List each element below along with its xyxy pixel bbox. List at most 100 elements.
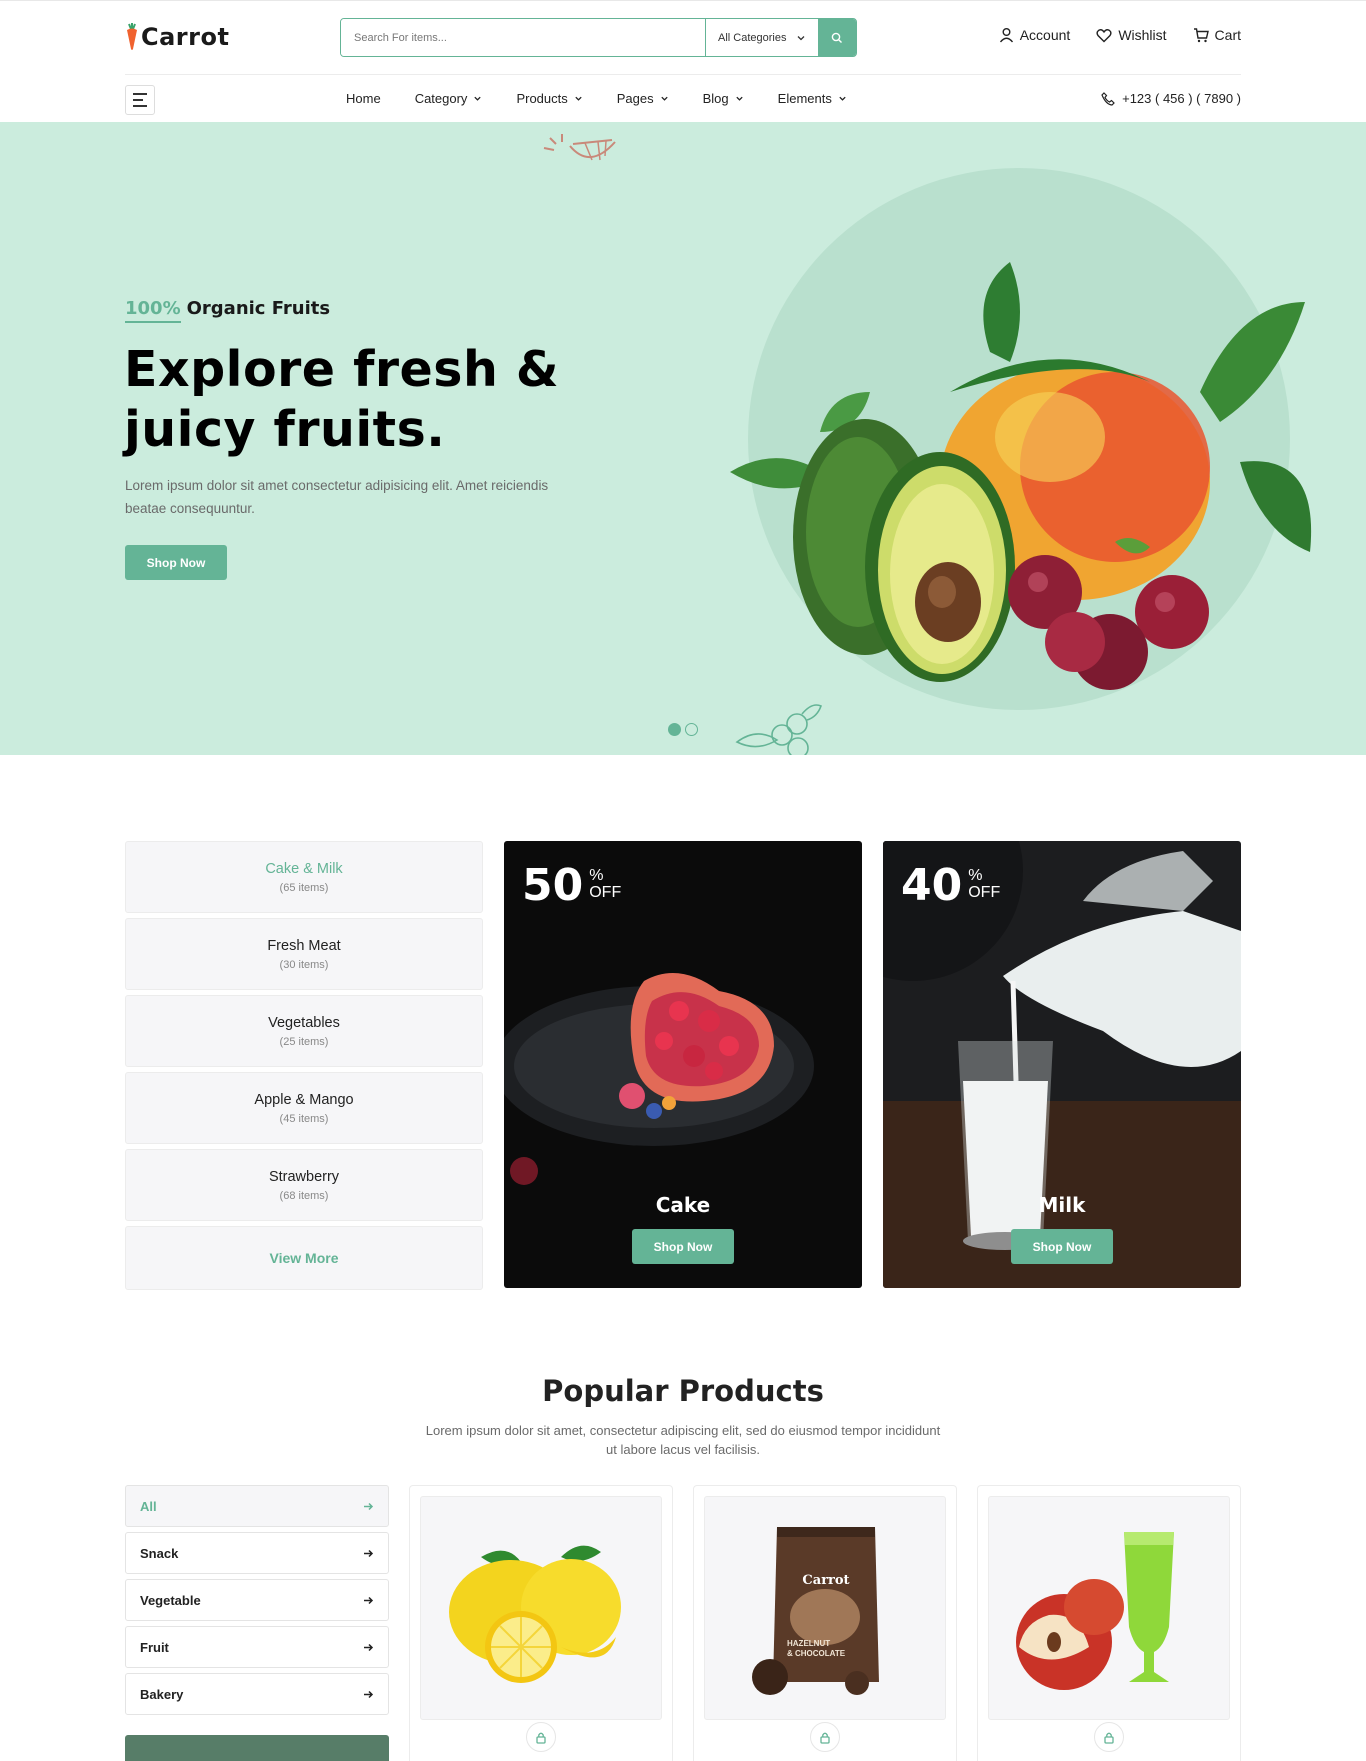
berries-doodle-icon bbox=[735, 704, 822, 755]
wishlist-link[interactable]: Wishlist bbox=[1096, 27, 1167, 43]
category-count: (68 items) bbox=[279, 1189, 329, 1202]
pouch-text-1: HAZELNUT bbox=[787, 1639, 831, 1648]
nav-item-blog[interactable]: Blog bbox=[703, 91, 744, 106]
chevron-down-icon bbox=[839, 96, 846, 101]
category-item[interactable]: Apple & Mango (45 items) bbox=[125, 1072, 483, 1144]
hero-tag-percent: 100% bbox=[125, 298, 181, 323]
filter-bakery[interactable]: Bakery bbox=[125, 1673, 389, 1715]
search-bar: All Categories bbox=[340, 18, 857, 57]
header-divider bbox=[125, 74, 1241, 75]
green-juice-image bbox=[1016, 1532, 1174, 1690]
arrow-right-icon bbox=[364, 1502, 374, 1510]
cart-label: Cart bbox=[1214, 27, 1241, 43]
category-name: Fresh Meat bbox=[267, 937, 341, 954]
lock-button[interactable] bbox=[1094, 1722, 1124, 1752]
filter-vegetable[interactable]: Vegetable bbox=[125, 1579, 389, 1621]
account-link[interactable]: Account bbox=[999, 27, 1071, 43]
promo-banner-milk[interactable]: 40 % OFF Milk Shop Now bbox=[883, 841, 1241, 1288]
filter-label: Vegetable bbox=[140, 1592, 201, 1608]
discount-suffix: % OFF bbox=[968, 867, 1000, 901]
category-item[interactable]: Strawberry (68 items) bbox=[125, 1149, 483, 1221]
category-item[interactable]: Fresh Meat (30 items) bbox=[125, 918, 483, 990]
menu-line bbox=[133, 99, 143, 101]
lock-button[interactable] bbox=[810, 1722, 840, 1752]
site-header: Carrot All Categories Account Wishlist bbox=[0, 0, 1366, 122]
product-filter-list: All Snack Vegetable Fruit Bakery bbox=[125, 1485, 389, 1720]
cart-icon bbox=[1193, 28, 1209, 43]
cart-link[interactable]: Cart bbox=[1193, 27, 1241, 43]
category-item[interactable]: Vegetables (25 items) bbox=[125, 995, 483, 1067]
nav-label: Pages bbox=[616, 91, 654, 106]
discount-suffix: % OFF bbox=[589, 867, 621, 901]
chevron-down-icon bbox=[736, 96, 743, 101]
category-count: (30 items) bbox=[279, 958, 329, 971]
header-links: Account Wishlist Cart bbox=[999, 27, 1241, 43]
product-image-frame bbox=[420, 1496, 662, 1720]
orange-slice-doodle-icon bbox=[543, 134, 616, 161]
view-more-label: View More bbox=[269, 1250, 339, 1266]
promo-title: Cake bbox=[655, 1193, 711, 1217]
category-list: Cake & Milk (65 items) Fresh Meat (30 it… bbox=[125, 841, 483, 1295]
fruits-image bbox=[730, 262, 1312, 690]
pouch-text-2: & CHOCOLATE bbox=[787, 1649, 846, 1658]
search-button[interactable] bbox=[818, 19, 856, 56]
hero-shop-now-button[interactable]: Shop Now bbox=[125, 545, 227, 580]
slider-dot-2[interactable] bbox=[685, 723, 698, 736]
filter-all[interactable]: All bbox=[125, 1485, 389, 1527]
product-image-frame: Carrot HAZELNUT & CHOCOLATE bbox=[704, 1496, 946, 1720]
product-card[interactable]: Carrot HAZELNUT & CHOCOLATE bbox=[693, 1485, 957, 1761]
wishlist-label: Wishlist bbox=[1118, 27, 1167, 43]
nav-item-products[interactable]: Products bbox=[516, 91, 582, 106]
category-select[interactable]: All Categories bbox=[705, 19, 818, 56]
nav-item-elements[interactable]: Elements bbox=[778, 91, 847, 106]
percent-symbol: % bbox=[968, 867, 983, 884]
lock-icon bbox=[1104, 1732, 1114, 1744]
hero-title-line-1: Explore fresh & bbox=[124, 341, 560, 398]
lock-icon bbox=[820, 1732, 830, 1744]
nav-item-home[interactable]: Home bbox=[346, 91, 381, 106]
off-label: OFF bbox=[968, 884, 1001, 901]
slider-dot-1[interactable] bbox=[668, 723, 681, 736]
section-title: Popular Products bbox=[542, 1374, 824, 1408]
phone-number: +123 ( 456 ) ( 7890 ) bbox=[1122, 91, 1241, 106]
category-select-label: All Categories bbox=[718, 31, 787, 44]
promo-shop-now-button[interactable]: Shop Now bbox=[1011, 1229, 1113, 1264]
phone-icon bbox=[1101, 91, 1115, 106]
nav-item-category[interactable]: Category bbox=[415, 91, 483, 106]
chevron-down-icon bbox=[474, 96, 482, 101]
lock-button[interactable] bbox=[526, 1722, 556, 1752]
logo[interactable]: Carrot bbox=[125, 19, 229, 55]
side-banner[interactable] bbox=[125, 1735, 389, 1761]
carrot-icon bbox=[127, 23, 137, 50]
category-count: (25 items) bbox=[279, 1035, 329, 1048]
promo-shop-now-button[interactable]: Shop Now bbox=[632, 1229, 734, 1264]
chocolate-pouch-image bbox=[752, 1527, 879, 1695]
nav-label: Category bbox=[414, 91, 468, 106]
menu-line bbox=[133, 105, 147, 107]
product-card[interactable] bbox=[409, 1485, 673, 1761]
product-card[interactable] bbox=[977, 1485, 1241, 1761]
nav-item-pages[interactable]: Pages bbox=[617, 91, 669, 106]
user-icon bbox=[999, 28, 1013, 43]
filter-snack[interactable]: Snack bbox=[125, 1532, 389, 1574]
discount-badge: 40 % OFF bbox=[901, 863, 1000, 909]
page: Carrot All Categories Account Wishlist bbox=[0, 0, 1366, 1761]
search-input[interactable] bbox=[341, 19, 705, 56]
arrow-right-icon bbox=[364, 1596, 374, 1604]
filter-fruit[interactable]: Fruit bbox=[125, 1626, 389, 1668]
view-more-button[interactable]: View More bbox=[125, 1226, 483, 1290]
discount-percent: 40 bbox=[901, 860, 963, 911]
search-icon bbox=[831, 32, 842, 43]
off-label: OFF bbox=[589, 884, 622, 901]
phone-contact[interactable]: +123 ( 456 ) ( 7890 ) bbox=[1101, 91, 1241, 106]
promo-banner-cake[interactable]: 50 % OFF Cake Shop Now bbox=[504, 841, 862, 1288]
nav-label: Blog bbox=[702, 91, 729, 106]
hero-tagline: 100% Organic Fruits bbox=[125, 298, 330, 323]
category-item[interactable]: Cake & Milk (65 items) bbox=[125, 841, 483, 913]
account-label: Account bbox=[1019, 27, 1071, 43]
nav-label: Elements bbox=[777, 91, 832, 106]
arrow-right-icon bbox=[364, 1549, 374, 1557]
hamburger-menu-button[interactable] bbox=[125, 85, 155, 115]
nav-label: Home bbox=[346, 91, 381, 106]
filter-label: Bakery bbox=[140, 1686, 184, 1702]
